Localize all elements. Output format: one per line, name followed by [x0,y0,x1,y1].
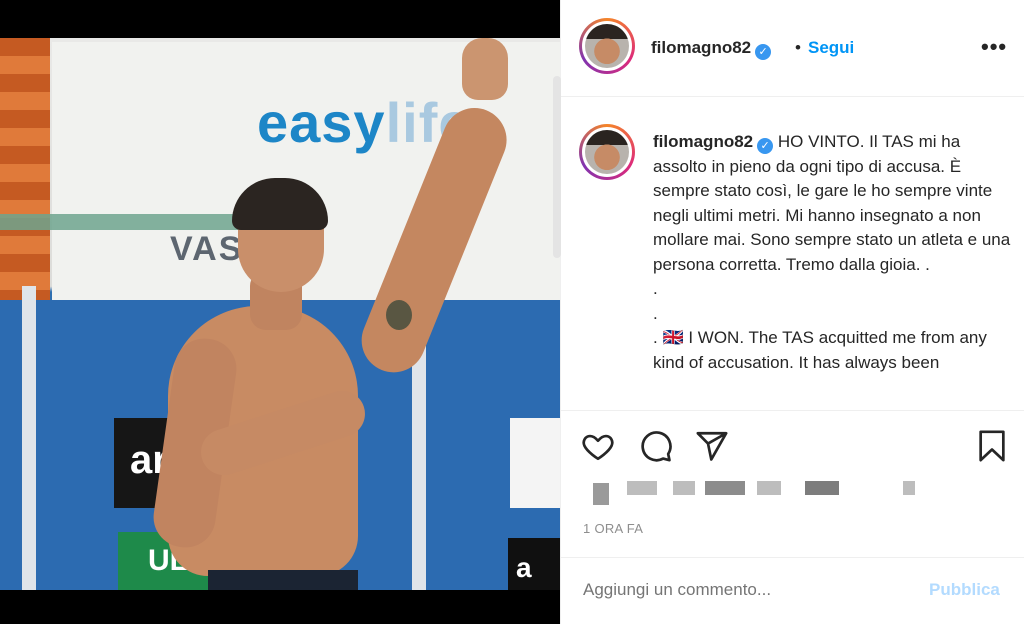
caption-username-link[interactable]: filomagno82 [653,132,753,151]
caption-english-text: . 🇬🇧 I WON. The TAS acquitted me from an… [653,328,987,372]
caption-text: HO VINTO. Il TAS mi ha assolto in pieno … [653,132,1011,274]
pixelated-avatar [593,483,609,505]
username-link[interactable]: filomagno82 [651,38,751,57]
comments-scroll-area[interactable]: filomagno82 ✓ HO VINTO. Il TAS mi ha asso… [561,98,1024,410]
bookmark-icon[interactable] [975,429,1009,463]
verified-badge-icon: ✓ [757,138,774,154]
pixelated-text [627,481,657,495]
post-header: filomagno82 ✓ • Segui ••• [561,0,1024,97]
banner-subtext: VAS [170,230,244,268]
scrollbar[interactable] [553,76,561,258]
pool-post [22,286,36,590]
heart-icon[interactable] [581,429,615,463]
pool-rail [0,214,260,230]
arm-tattoo [386,300,412,330]
caption-avatar[interactable] [579,124,635,180]
likes-count-blurred[interactable] [587,481,927,505]
more-options-icon[interactable]: ••• [981,34,1007,60]
action-bar: 1 ORA FA [561,410,1024,580]
profile-photo [585,24,629,68]
white-panel [510,418,560,508]
share-icon[interactable] [695,429,729,463]
pixelated-text [903,481,915,495]
comment-icon[interactable] [639,429,673,463]
pixelated-text [757,481,781,495]
post-media[interactable]: easylife VAS ar ULI a [0,0,560,624]
post-modal: easylife VAS ar ULI a filomagno82 ✓ • Se… [0,0,1024,624]
post-photo: easylife VAS ar ULI a [0,38,560,590]
sponsor-sign-right: a [508,538,560,590]
swim-trunks [208,570,358,590]
avatar[interactable] [579,18,635,74]
add-comment-bar: Pubblica [561,557,1024,624]
caption-dot: . [653,303,658,323]
verified-badge-icon: ✓ [755,44,772,60]
pixelated-text [705,481,745,495]
follow-button[interactable]: Segui [808,38,854,58]
post-caption: filomagno82 ✓ HO VINTO. Il TAS mi ha asso… [653,130,1013,375]
profile-photo [585,130,629,174]
caption-dot: . [653,279,658,298]
separator-dot: • [795,38,801,57]
pixelated-text [805,481,839,495]
swimmer-hand [462,38,508,100]
publish-button[interactable]: Pubblica [929,580,1000,600]
header-username-row: filomagno82 ✓ [651,38,772,60]
post-timestamp[interactable]: 1 ORA FA [583,521,643,536]
comment-input[interactable] [583,580,913,600]
pixelated-text [673,481,695,495]
post-side-panel: filomagno82 ✓ • Segui ••• filomagno82 ✓ HO… [553,0,1024,624]
